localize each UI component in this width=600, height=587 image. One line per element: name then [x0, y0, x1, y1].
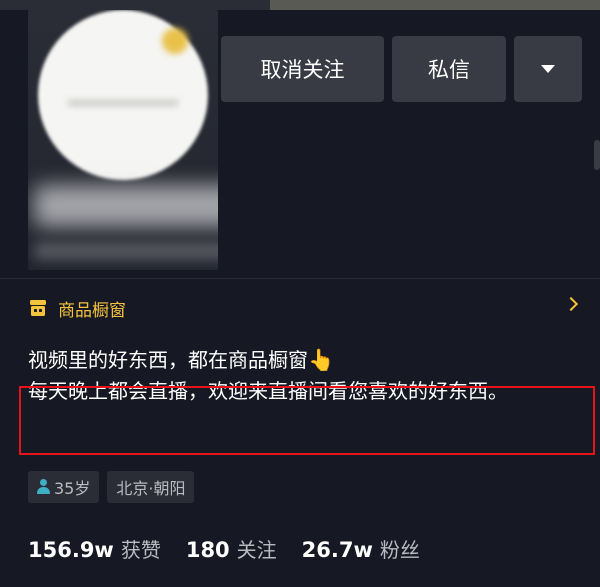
- person-icon: [37, 479, 50, 495]
- age-tag-label: 35岁: [54, 479, 91, 498]
- shop-window-label: 商品橱窗: [58, 300, 126, 321]
- followers-label: 粉丝: [379, 538, 420, 562]
- followers-count: 26.7w: [301, 538, 373, 562]
- cover-image-edge: [270, 0, 600, 10]
- nickname-blurred: [34, 185, 218, 227]
- stat-likes: 156.9w 获赞: [28, 534, 161, 563]
- age-tag: 35岁: [28, 471, 100, 503]
- profile-tags: 35岁 北京·朝阳: [28, 471, 195, 503]
- message-button[interactable]: 私信: [392, 36, 506, 102]
- top-strip: [0, 0, 600, 10]
- user-id-blurred: [34, 242, 218, 260]
- bio-line-1: 视频里的好东西，都在商品橱窗: [28, 348, 308, 372]
- following-count: 180: [185, 538, 230, 562]
- likes-count: 156.9w: [28, 538, 114, 562]
- scrollbar[interactable]: [594, 140, 600, 170]
- stats-row: 156.9w 获赞 180 关注 26.7w 粉丝: [28, 534, 445, 563]
- location-tag-label: 北京·朝阳: [116, 479, 186, 498]
- unfollow-button[interactable]: 取消关注: [221, 36, 384, 102]
- pointing-up-emoji: 👆: [308, 348, 335, 372]
- avatar-text-blurred: [68, 100, 178, 106]
- caret-down-icon: [541, 65, 555, 73]
- stat-followers[interactable]: 26.7w 粉丝: [302, 534, 420, 563]
- stat-following[interactable]: 180 关注: [186, 534, 277, 563]
- more-button[interactable]: [514, 36, 582, 102]
- following-label: 关注: [236, 538, 277, 562]
- shop-window-entry[interactable]: 商品橱窗: [28, 289, 584, 327]
- highlight-box: [19, 386, 595, 455]
- chevron-right-icon: [563, 296, 579, 312]
- avatar-logo-blurred: [162, 28, 188, 54]
- location-tag: 北京·朝阳: [107, 471, 195, 503]
- shop-icon: [28, 298, 48, 318]
- likes-label: 获赞: [120, 538, 161, 562]
- divider: [0, 278, 600, 279]
- profile-info-blurred: [28, 10, 218, 270]
- avatar[interactable]: [38, 10, 208, 180]
